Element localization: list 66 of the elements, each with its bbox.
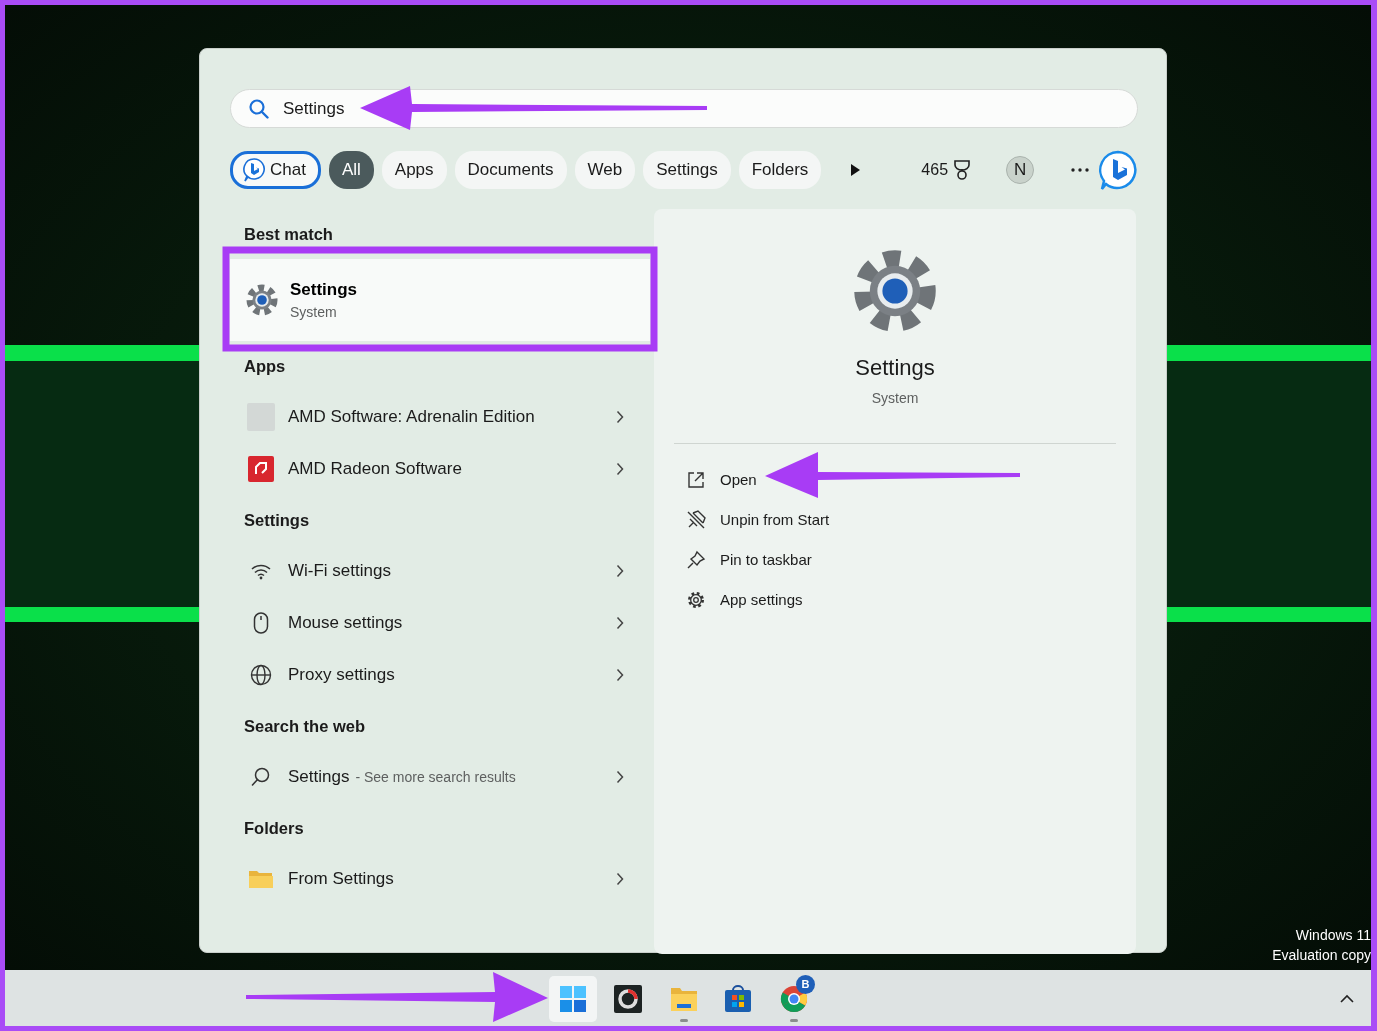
- search-field[interactable]: Settings: [230, 89, 1138, 128]
- best-match-item[interactable]: Settings System: [230, 259, 650, 341]
- chat-tab[interactable]: Chat: [230, 151, 321, 189]
- chevron-right-icon: [616, 770, 624, 784]
- result-item[interactable]: Mouse settings: [230, 597, 650, 649]
- ring-app-icon: [613, 984, 643, 1014]
- more-icon[interactable]: [1070, 167, 1091, 173]
- gear-icon: [853, 249, 937, 333]
- filter-tab[interactable]: All: [328, 151, 374, 189]
- amd-logo-icon: [248, 456, 274, 482]
- chevron-right-icon: [616, 462, 624, 476]
- result-item[interactable]: Wi-Fi settings: [230, 545, 650, 597]
- result-subtitle: System: [290, 303, 338, 323]
- globe-icon: [250, 664, 272, 686]
- gear-icon: [686, 590, 706, 610]
- chat-bubble-icon: [243, 158, 265, 182]
- chevron-right-icon: [616, 668, 624, 682]
- filter-tab[interactable]: Folders: [738, 151, 822, 189]
- section-heading: Search the web: [243, 715, 367, 737]
- folder-icon: [248, 868, 274, 890]
- chevron-right-icon: [616, 410, 624, 424]
- running-indicator: [680, 1019, 688, 1022]
- context-action[interactable]: Unpin from Start: [654, 500, 854, 540]
- section-heading: Best match: [243, 223, 334, 245]
- profile-avatar[interactable]: N: [1006, 156, 1035, 184]
- windows-logo-icon: [558, 984, 588, 1014]
- chevron-right-icon: [616, 616, 624, 630]
- bing-chat-icon[interactable]: [1098, 150, 1139, 190]
- detail-title: Settings: [855, 354, 935, 382]
- chevron-right-icon: [616, 564, 624, 578]
- result-item[interactable]: Settings - See more search results: [230, 751, 650, 803]
- filter-tab[interactable]: Apps: [381, 151, 447, 189]
- filter-tab[interactable]: Documents: [454, 151, 567, 189]
- chevron-right-icon: [616, 872, 624, 886]
- notification-badge: B: [796, 975, 815, 994]
- filter-tab[interactable]: Web: [574, 151, 636, 189]
- result-title: Settings: [290, 278, 358, 301]
- result-item[interactable]: AMD Software: Adrenalin Edition: [230, 391, 650, 443]
- points-count: 465: [921, 160, 949, 180]
- unpin-icon: [686, 510, 706, 530]
- running-indicator: [790, 1019, 798, 1022]
- section-heading: Apps: [243, 355, 287, 377]
- store-bag-icon: [723, 984, 753, 1014]
- watermark-text: Windows 11: [1294, 926, 1371, 945]
- context-action[interactable]: Pin to taskbar: [654, 540, 854, 580]
- search-text: Settings: [283, 97, 345, 120]
- section-heading: Settings: [243, 509, 311, 531]
- search-icon: [249, 98, 269, 119]
- pin-icon: [686, 550, 706, 570]
- context-action[interactable]: App settings: [654, 580, 854, 620]
- section-heading: Folders: [243, 817, 305, 839]
- search-icon: [251, 767, 271, 787]
- watermark-text: Evaluation copy: [1272, 946, 1371, 965]
- taskbar-app-button[interactable]: B: [770, 976, 818, 1022]
- open-external-icon: [686, 470, 706, 490]
- mouse-icon: [253, 612, 269, 634]
- trophy-icon: [952, 159, 973, 181]
- context-action[interactable]: Open: [654, 460, 854, 500]
- result-item[interactable]: From Settings: [230, 853, 650, 905]
- result-item[interactable]: AMD Radeon Software: [230, 443, 650, 495]
- detail-subtitle: System: [871, 389, 919, 408]
- gear-icon: [246, 284, 278, 316]
- filter-tab[interactable]: Settings: [643, 151, 731, 189]
- wifi-icon: [250, 562, 272, 580]
- result-item[interactable]: Proxy settings: [230, 649, 650, 701]
- chevron-up-icon[interactable]: [1340, 994, 1354, 1003]
